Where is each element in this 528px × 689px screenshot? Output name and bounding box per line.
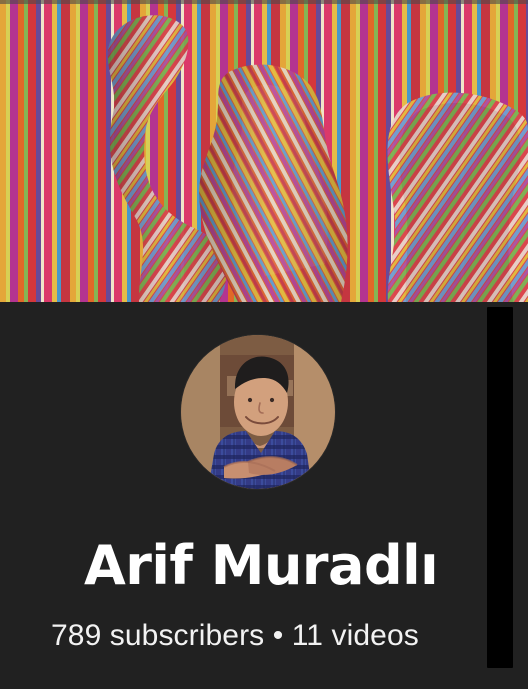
channel-stats: 789 subscribers • 11 videos — [51, 619, 419, 652]
profile-photo-icon — [181, 335, 335, 489]
scrollbar[interactable] — [487, 307, 513, 668]
avatar[interactable] — [181, 335, 335, 489]
channel-name: Arif Muradlı — [84, 534, 439, 597]
channel-banner — [0, 0, 528, 302]
banner-art — [0, 0, 528, 302]
channel-header: Arif Muradlı 789 subscribers • 11 videos — [0, 0, 528, 689]
banner-top-edge — [0, 0, 528, 4]
